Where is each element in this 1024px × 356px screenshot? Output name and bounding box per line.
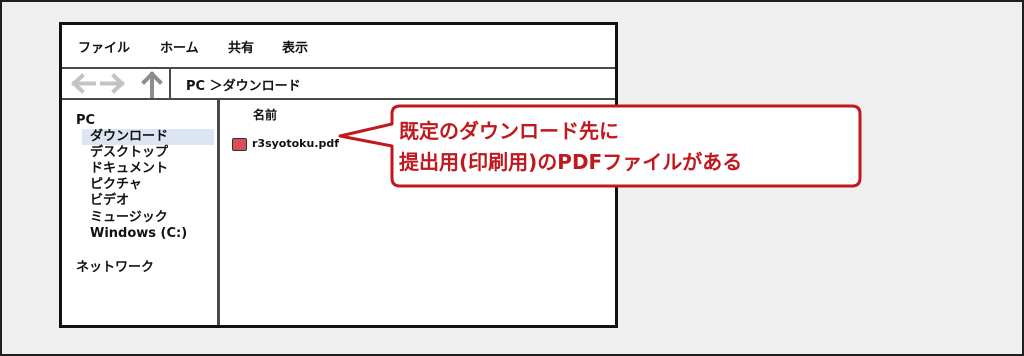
column-header-name[interactable]: 名前 xyxy=(253,106,277,123)
callout-line-2: 提出用(印刷用)のPDFファイルがある xyxy=(399,150,743,174)
tree-pictures[interactable]: ピクチャ xyxy=(90,177,142,193)
address-divider xyxy=(169,69,171,98)
callout: 既定のダウンロード先に 提出用(印刷用)のPDFファイルがある xyxy=(322,102,872,192)
tree-downloads[interactable]: ダウンロード xyxy=(82,129,214,145)
forward-button[interactable] xyxy=(100,69,128,98)
up-button[interactable] xyxy=(140,69,164,98)
canvas: ファイル ホーム 共有 表示 PC ＞ダウンロード PC ダウンロード デスクト… xyxy=(0,0,1024,356)
back-arrow-icon xyxy=(71,73,96,94)
tree-pc[interactable]: PC xyxy=(76,113,95,129)
tree-windows-c[interactable]: Windows (C:) xyxy=(90,226,187,242)
tree-network[interactable]: ネットワーク xyxy=(76,260,154,276)
up-arrow-icon xyxy=(141,71,163,98)
navigation-pane: PC ダウンロード デスクトップ ドキュメント ピクチャ ビデオ ミュージック … xyxy=(62,100,220,325)
back-button[interactable] xyxy=(68,69,96,98)
address-path[interactable]: PC ＞ダウンロード xyxy=(186,75,301,94)
forward-arrow-icon xyxy=(100,73,125,94)
menu-home[interactable]: ホーム xyxy=(160,37,199,56)
menu-bar: ファイル ホーム 共有 表示 xyxy=(62,25,615,69)
callout-text: 既定のダウンロード先に 提出用(印刷用)のPDFファイルがある xyxy=(399,116,742,178)
tree-videos[interactable]: ビデオ xyxy=(90,193,129,209)
tree-documents[interactable]: ドキュメント xyxy=(90,161,168,177)
menu-file[interactable]: ファイル xyxy=(78,37,130,56)
address-bar: PC ＞ダウンロード xyxy=(62,69,615,100)
tree-desktop[interactable]: デスクトップ xyxy=(90,145,168,161)
pdf-file-icon xyxy=(232,138,247,151)
tree-music[interactable]: ミュージック xyxy=(90,210,168,226)
callout-line-1: 既定のダウンロード先に xyxy=(399,119,619,143)
menu-share[interactable]: 共有 xyxy=(228,37,254,56)
menu-view[interactable]: 表示 xyxy=(282,37,308,56)
